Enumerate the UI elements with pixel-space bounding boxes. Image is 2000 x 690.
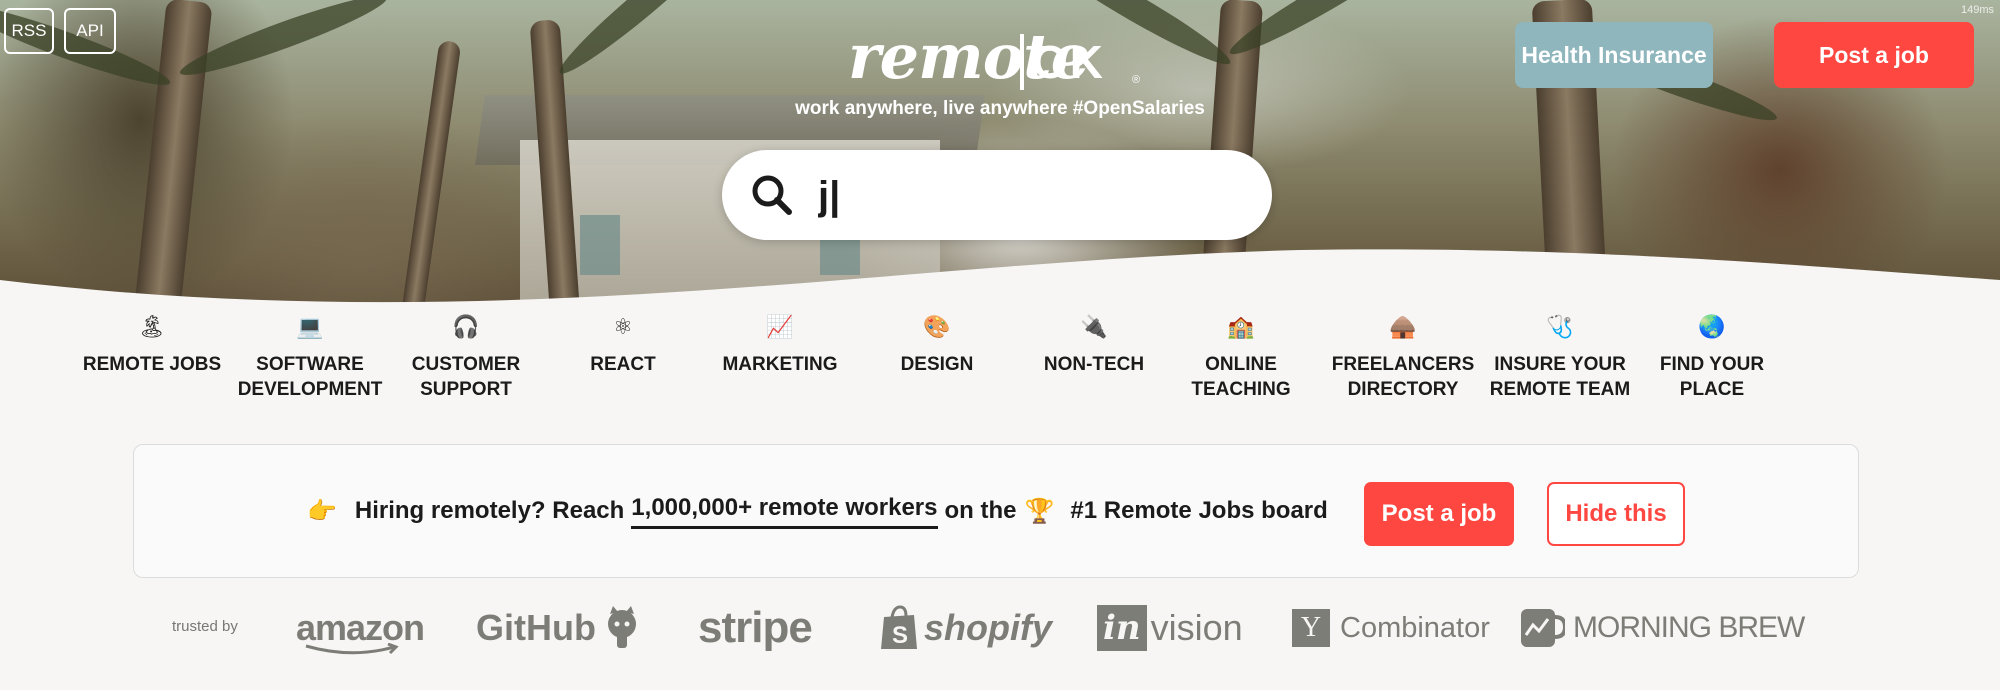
palette-icon: 🎨	[923, 314, 951, 339]
category-customer-support[interactable]: 🎧 CUSTOMER SUPPORT	[391, 312, 541, 402]
category-label: ONLINE TEACHING	[1191, 354, 1291, 400]
stripe-logo: stripe	[698, 598, 813, 658]
health-insurance-button[interactable]: Health Insurance	[1515, 22, 1713, 88]
category-design[interactable]: 🎨 DESIGN	[862, 312, 1012, 377]
stripe-wordmark: stripe	[698, 603, 813, 652]
category-online-teaching[interactable]: 🏫 ONLINE TEACHING	[1176, 312, 1306, 402]
banner-message: 👉 Hiring remotely? Reach 1,000,000+ remo…	[307, 445, 1328, 577]
category-software-development[interactable]: 💻 SOFTWARE DEVELOPMENT	[230, 312, 390, 402]
search-icon	[752, 175, 792, 215]
category-label: DESIGN	[900, 354, 974, 375]
remoteok-logo[interactable]: remote OK ®	[848, 22, 1148, 102]
banner-text-after: #1 Remote Jobs board	[1070, 497, 1328, 524]
amazon-wordmark: amazon	[296, 607, 425, 648]
morning-brew-logo: MORNING BREW	[1517, 598, 1805, 658]
category-label: NON-TECH	[1043, 354, 1145, 375]
category-label: FREELANCERS DIRECTORY	[1331, 354, 1475, 400]
shopify-wordmark: shopify	[924, 607, 1053, 648]
banner-post-job-button[interactable]: Post a job	[1364, 482, 1514, 546]
category-label: MARKETING	[722, 354, 838, 375]
hero-wave	[0, 249, 2000, 320]
logo-registered: ®	[1132, 74, 1141, 86]
chart-icon: 📈	[766, 314, 794, 339]
trophy-icon: 🏆	[1024, 497, 1055, 525]
category-label: REMOTE JOBS	[82, 354, 222, 375]
api-button[interactable]: API	[64, 8, 116, 54]
github-logo: GitHub	[476, 598, 642, 658]
category-react[interactable]: ⚛ REACT	[548, 312, 698, 377]
category-find-your-place[interactable]: 🌏 FIND YOUR PLACE	[1642, 312, 1782, 402]
insurance-icon: 🩺	[1546, 314, 1574, 339]
github-wordmark: GitHub	[476, 607, 596, 648]
shopify-logo: S shopify	[880, 598, 1052, 658]
category-label: INSURE YOUR REMOTE TEAM	[1489, 354, 1631, 400]
category-nav: 🏝 REMOTE JOBS 💻 SOFTWARE DEVELOPMENT 🎧 C…	[83, 312, 1894, 422]
category-insure-your-remote-team[interactable]: 🩺 INSURE YOUR REMOTE TEAM	[1480, 312, 1640, 402]
search-box[interactable]	[722, 150, 1272, 240]
hut-icon: 🛖	[1389, 314, 1417, 339]
ycombinator-logo: Y Combinator	[1292, 598, 1490, 658]
octocat-icon	[607, 606, 636, 648]
globe-icon: 🌏	[1698, 314, 1726, 339]
yc-badge: Y	[1292, 609, 1330, 647]
school-icon: 🏫	[1227, 314, 1255, 339]
coffee-mug-icon	[1521, 609, 1565, 647]
shopify-bag-icon: S	[881, 605, 917, 649]
invision-badge: in	[1097, 605, 1147, 651]
invision-wordmark: vision	[1150, 607, 1243, 648]
category-label: CUSTOMER SUPPORT	[411, 354, 521, 400]
category-label: FIND YOUR PLACE	[1659, 354, 1765, 400]
plug-icon: 🔌	[1080, 314, 1108, 339]
morning-brew-wordmark: MORNING BREW	[1573, 611, 1805, 644]
banner-text-mid: on the	[944, 497, 1017, 524]
search-input[interactable]	[816, 170, 1240, 222]
pointing-hand-icon: 👉	[307, 497, 337, 525]
logo-ok: OK	[1032, 36, 1105, 88]
banner-text-before: Hiring remotely? Reach	[354, 497, 625, 524]
ycombinator-wordmark: Combinator	[1340, 611, 1490, 644]
rss-button[interactable]: RSS	[4, 8, 54, 54]
category-non-tech[interactable]: 🔌 NON-TECH	[1019, 312, 1169, 377]
amazon-smile-icon	[305, 643, 399, 655]
logo-divider	[1020, 34, 1024, 90]
banner-link[interactable]: 1,000,000+ remote workers	[631, 494, 938, 529]
headphones-icon: 🎧	[452, 314, 480, 339]
react-icon: ⚛	[613, 314, 633, 339]
laptop-icon: 💻	[296, 314, 324, 339]
category-remote-jobs[interactable]: 🏝 REMOTE JOBS	[77, 312, 227, 377]
category-marketing[interactable]: 📈 MARKETING	[705, 312, 855, 377]
hiring-banner: 👉 Hiring remotely? Reach 1,000,000+ remo…	[133, 444, 1859, 578]
post-job-button[interactable]: Post a job	[1774, 22, 1974, 88]
palm-leaf	[551, 0, 737, 83]
svg-text:S: S	[892, 622, 908, 649]
category-freelancers-directory[interactable]: 🛖 FREELANCERS DIRECTORY	[1323, 312, 1483, 402]
island-icon: 🏝	[138, 314, 166, 339]
amazon-logo: amazon	[296, 598, 425, 658]
banner-hide-button[interactable]: Hide this	[1547, 482, 1685, 546]
category-label: SOFTWARE DEVELOPMENT	[237, 354, 383, 400]
tagline: work anywhere, live anywhere #OpenSalari…	[795, 98, 1205, 119]
category-label: REACT	[590, 354, 656, 375]
timing-readout: 149ms	[1960, 4, 1994, 16]
trusted-by-label: trusted by	[172, 618, 238, 635]
invision-logo: in vision	[1097, 598, 1243, 658]
